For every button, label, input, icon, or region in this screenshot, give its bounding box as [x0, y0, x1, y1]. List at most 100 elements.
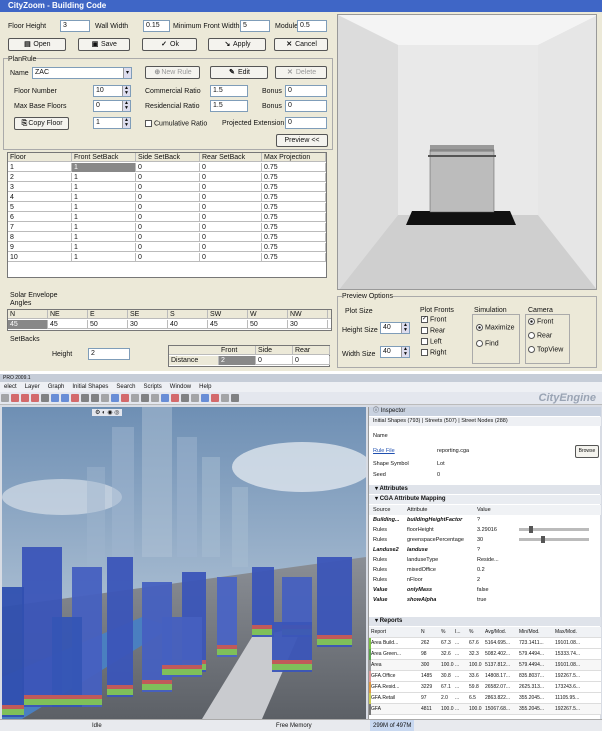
toolbar-tool-icon[interactable]	[121, 394, 129, 402]
menu-search[interactable]: Search	[116, 384, 135, 390]
table-cell[interactable]: 0.75	[262, 223, 326, 232]
table-cell[interactable]: 0.75	[262, 193, 326, 202]
3d-viewport[interactable]: ⚙ ◐ ◉ ◎	[2, 407, 366, 719]
table-cell[interactable]: 0	[136, 203, 200, 212]
viewport-toolbar[interactable]: ⚙ ◐ ◉ ◎	[92, 409, 123, 416]
table-row[interactable]: 5 1 0 0 0.75	[8, 203, 326, 212]
table-row[interactable]: 8 1 0 0 0.75	[8, 233, 326, 242]
toolbar-tool-icon[interactable]	[31, 394, 39, 402]
attr-row[interactable]: Building... buildingHeightFactor?	[369, 515, 601, 525]
table-cell[interactable]: 0.75	[262, 243, 326, 252]
table-row[interactable]: 9 1 0 0 0.75	[8, 243, 326, 252]
report-row[interactable]: Area 300 100.0... 100.0 5137.812... 579.4494.…	[369, 660, 601, 671]
report-row[interactable]: GFA.Retail 97 2.0... 6.5 2863.822... 355.2045…	[369, 693, 601, 704]
table-cell[interactable]: 0.75	[262, 173, 326, 182]
table-cell[interactable]: 0	[200, 183, 262, 192]
table-cell[interactable]: 1	[72, 213, 136, 222]
inspector-tab[interactable]: ⓘ Inspector	[369, 407, 601, 416]
table-cell[interactable]: 0	[136, 223, 200, 232]
table-row[interactable]: 6 1 0 0 0.75	[8, 213, 326, 222]
menu-initial-shapes[interactable]: Initial Shapes	[72, 384, 108, 390]
table-cell[interactable]: 0	[136, 233, 200, 242]
toolbar-tool-icon[interactable]	[61, 394, 69, 402]
spinner-icon[interactable]: ▲ ▼	[401, 347, 409, 357]
table-cell[interactable]: 0	[200, 173, 262, 182]
max-base-floors-input[interactable]: 0 ▲ ▼	[93, 100, 131, 112]
menu-help[interactable]: Help	[199, 384, 211, 390]
commercial-ratio-input[interactable]: 1.5	[210, 85, 248, 97]
subtab-initial-shapes[interactable]: Initial Shapes (793)	[373, 418, 420, 424]
angle-value[interactable]: 45	[8, 320, 48, 329]
table-cell[interactable]: 0	[200, 233, 262, 242]
radio[interactable]	[476, 324, 483, 331]
report-row[interactable]: Area Build... 262 67.3... 67.6 5164.695... 72…	[369, 638, 601, 649]
table-cell[interactable]: 0	[136, 183, 200, 192]
distance-value[interactable]: 2	[219, 356, 256, 365]
table-cell[interactable]: 0	[200, 243, 262, 252]
attr-row[interactable]: Rules greenspacePercentage 30	[369, 535, 601, 545]
toolbar-tool-icon[interactable]	[181, 394, 189, 402]
table-cell[interactable]: 0	[200, 163, 262, 172]
reports-section[interactable]: ▾ Reports	[369, 617, 601, 626]
angle-value[interactable]: 45	[48, 320, 88, 329]
residencial-ratio-input[interactable]: 1.5	[210, 100, 248, 112]
table-row[interactable]: 3 1 0 0 0.75	[8, 183, 326, 192]
table-cell[interactable]: 0	[200, 213, 262, 222]
checkbox[interactable]	[421, 327, 428, 334]
spinner-icon[interactable]: ▲ ▼	[122, 86, 130, 96]
toolbar-tool-icon[interactable]	[71, 394, 79, 402]
menu-window[interactable]: Window	[170, 384, 191, 390]
rule-file-link[interactable]: Rule File	[373, 448, 395, 454]
radio[interactable]	[528, 332, 535, 339]
table-cell[interactable]: 1	[72, 243, 136, 252]
toolbar-tool-icon[interactable]	[231, 394, 239, 402]
table-row[interactable]: 7 1 0 0 0.75	[8, 223, 326, 232]
angle-value[interactable]: 50	[88, 320, 128, 329]
open-button[interactable]: ▤ Open	[8, 38, 66, 51]
table-row[interactable]: 1 1 0 0 0.75	[8, 163, 326, 172]
distance-value[interactable]: 0	[293, 356, 330, 365]
building-preview-viewport[interactable]	[337, 14, 597, 290]
toolbar-tool-icon[interactable]	[11, 394, 19, 402]
table-cell[interactable]: 0.75	[262, 233, 326, 242]
front-checkbox-left[interactable]: Left	[421, 338, 471, 349]
toolbar-tool-icon[interactable]	[141, 394, 149, 402]
bonus-input-1[interactable]: 0	[285, 85, 327, 97]
toolbar-tool-icon[interactable]	[201, 394, 209, 402]
subtab-streets[interactable]: Streets (507)	[425, 418, 457, 424]
name-select[interactable]: ZAC ▾	[32, 67, 132, 79]
attr-slider[interactable]	[519, 538, 589, 541]
angle-value[interactable]: 40	[168, 320, 208, 329]
slider-thumb-icon[interactable]	[541, 536, 545, 543]
table-cell[interactable]: 0	[136, 163, 200, 172]
report-row[interactable]: Area Green... 98 32.6... 32.3 5082.402... 579…	[369, 649, 601, 660]
angles-row[interactable]: 45 45 50 30 40 45 50 30	[8, 320, 331, 329]
setback-height-input[interactable]: 2	[88, 348, 130, 360]
bonus-input-2[interactable]: 0	[285, 100, 327, 112]
new-rule-button[interactable]: ⊕New Rule	[145, 66, 200, 79]
module-input[interactable]: 0.5	[297, 20, 327, 32]
table-cell[interactable]: 1	[72, 203, 136, 212]
checkbox[interactable]	[421, 349, 428, 356]
height-size-input[interactable]: 40 ▲ ▼	[380, 322, 410, 334]
simulation-maximize-radio[interactable]: Maximize	[476, 324, 515, 331]
table-cell[interactable]: 0.75	[262, 163, 326, 172]
table-cell[interactable]: 1	[72, 223, 136, 232]
radio[interactable]	[476, 340, 483, 347]
toolbar-tool-icon[interactable]	[211, 394, 219, 402]
toolbar-tool-icon[interactable]	[151, 394, 159, 402]
copy-floor-button[interactable]: ⎘Copy Floor	[14, 117, 69, 130]
spinner-icon[interactable]: ▲ ▼	[122, 101, 130, 111]
toolbar-tool-icon[interactable]	[21, 394, 29, 402]
table-cell[interactable]: 9	[8, 243, 72, 252]
table-cell[interactable]: 0	[200, 203, 262, 212]
table-cell[interactable]: 10	[8, 253, 72, 262]
table-cell[interactable]: 0	[200, 253, 262, 262]
checkbox[interactable]	[145, 120, 152, 127]
front-checkbox-rear[interactable]: Rear	[421, 327, 471, 338]
table-cell[interactable]: 0	[136, 193, 200, 202]
table-row[interactable]: 4 1 0 0 0.75	[8, 193, 326, 202]
apply-button[interactable]: ↘ Apply	[208, 38, 266, 51]
table-cell[interactable]: 1	[72, 173, 136, 182]
angle-value[interactable]: 30	[128, 320, 168, 329]
